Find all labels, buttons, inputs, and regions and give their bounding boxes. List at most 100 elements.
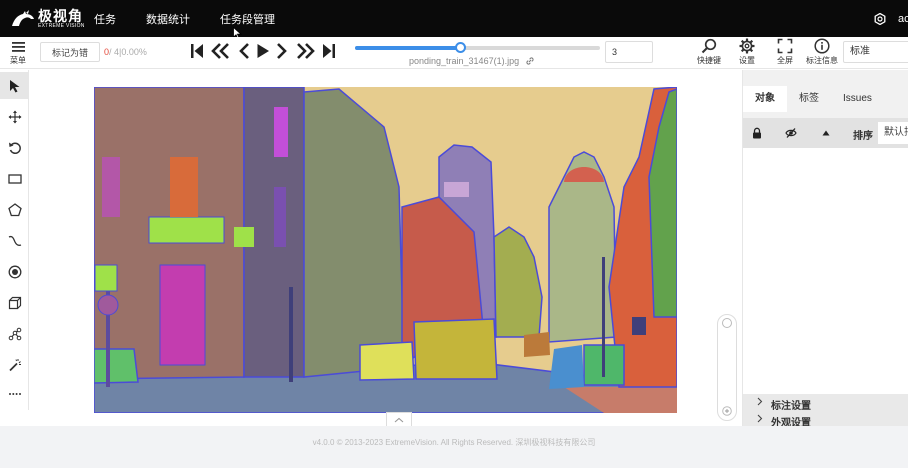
sort-label: 排序 [853, 131, 873, 142]
blue-area [549, 345, 584, 389]
target-point-icon [8, 265, 21, 278]
panel-tabs: 对象 标签 Issues [743, 86, 884, 112]
user-name[interactable]: ac [898, 13, 908, 25]
car-green-left [94, 348, 139, 384]
magenta-door [159, 264, 206, 366]
file-name-text: ponding_train_31467(1).jpg [409, 56, 520, 66]
sign-green-left [94, 264, 118, 292]
drawing-tools [0, 70, 29, 410]
menu-button[interactable]: 菜单 [6, 39, 30, 67]
search-icon [701, 38, 717, 54]
zoom-in-icon[interactable] [722, 406, 732, 416]
pentagon-icon [7, 202, 22, 216]
frame-number-input[interactable]: 3 [605, 41, 653, 63]
annotation-info-button[interactable]: 标注信息 [805, 38, 839, 66]
next-frame-icon[interactable] [276, 43, 288, 59]
settings-hex-icon[interactable] [874, 12, 886, 25]
window-dark [274, 187, 286, 247]
fullscreen-label: 全屏 [777, 56, 793, 65]
cuboid-tool[interactable] [0, 289, 29, 316]
playback-controls [190, 43, 342, 59]
logo-subtext: EXTREME VISION [38, 22, 85, 29]
tab-issues[interactable]: Issues [831, 86, 884, 112]
rectangle-icon [7, 173, 22, 184]
shortcut-button[interactable]: 快捷键 [692, 38, 726, 66]
polygon-tool[interactable] [0, 196, 29, 223]
curve-tool[interactable] [0, 227, 29, 254]
fast-backward-icon[interactable] [210, 43, 232, 59]
first-frame-icon[interactable] [190, 43, 204, 59]
cube-icon [8, 296, 21, 309]
top-navbar: 极视角 EXTREME VISION 任务 数据统计 任务段管理 ac [0, 0, 908, 39]
progress-counter: 0/ 4|0.00% [104, 47, 147, 57]
canvas-zoom-scrollbar[interactable] [717, 314, 737, 421]
window-left [102, 157, 120, 217]
magic-wand-icon [8, 358, 21, 371]
link-icon[interactable] [525, 56, 535, 66]
collapse-panel-button[interactable] [386, 412, 412, 426]
nav-tasks[interactable]: 任务 [94, 11, 116, 27]
point-tool[interactable] [0, 258, 29, 285]
move-tool[interactable] [0, 103, 29, 130]
logo-text: 极视角 [38, 7, 83, 24]
pole-right [602, 257, 605, 377]
tab-objects[interactable]: 对象 [743, 86, 787, 112]
sign-round-left [97, 294, 119, 316]
counter-rest: / 4|0.00% [109, 47, 147, 57]
select-tool[interactable] [0, 72, 29, 99]
segmented-street-image[interactable] [94, 87, 677, 413]
hide-eye-icon[interactable] [785, 127, 797, 139]
fullscreen-icon [777, 38, 793, 54]
chevron-right-icon [757, 414, 763, 423]
segmentation-overlay [94, 87, 677, 413]
annotation-settings-label: 标注设置 [771, 401, 811, 412]
previous-frame-icon[interactable] [238, 43, 250, 59]
nav-segment-management[interactable]: 任务段管理 [220, 11, 275, 27]
slider-handle[interactable] [455, 42, 467, 53]
tram-vehicle [413, 318, 498, 380]
traffic-light-right [632, 317, 646, 335]
sort-select[interactable]: 默认排序 [878, 122, 908, 144]
magic-wand-tool[interactable] [0, 351, 29, 378]
nodes-icon [8, 327, 21, 340]
car-yellow [359, 341, 415, 381]
object-list [743, 148, 908, 394]
mark-as-error-button[interactable]: 标记为错 [40, 42, 100, 62]
object-panel: 对象 标签 Issues 排序 默认排序 标注设置 外观设置 [742, 70, 908, 429]
last-frame-icon[interactable] [322, 43, 336, 59]
horse-logo-icon [12, 9, 34, 26]
orange-window [170, 157, 198, 217]
zoom-top-handle[interactable] [722, 318, 732, 328]
rotate-icon [8, 142, 21, 154]
fullscreen-button[interactable]: 全屏 [768, 38, 802, 66]
fast-forward-icon[interactable] [294, 43, 316, 59]
skeleton-tool[interactable] [0, 320, 29, 347]
undo-tool[interactable] [0, 134, 29, 161]
frame-slider[interactable] [355, 42, 600, 53]
annotation-toolbar: 菜单 标记为错 0/ 4|0.00% ponding_train_31467(1… [0, 37, 908, 69]
more-dots-icon [8, 392, 21, 395]
cursor-arrow-icon [9, 79, 19, 92]
play-icon[interactable] [256, 43, 270, 59]
tower-window [444, 182, 469, 197]
label-standard-select[interactable]: 标准 [843, 41, 908, 63]
settings-button[interactable]: 设置 [730, 38, 764, 66]
logo[interactable]: 极视角 EXTREME VISION [0, 9, 90, 29]
rectangle-tool[interactable] [0, 165, 29, 192]
annotation-info-label: 标注信息 [806, 56, 838, 65]
nav-statistics[interactable]: 数据统计 [146, 11, 190, 27]
purple-window [274, 107, 288, 157]
lock-icon[interactable] [752, 127, 762, 139]
file-name: ponding_train_31467(1).jpg [409, 56, 535, 66]
pole-left [106, 277, 110, 387]
curve-icon [8, 235, 21, 246]
tab-labels[interactable]: 标签 [787, 86, 831, 112]
settings-label: 设置 [739, 56, 755, 65]
accordion-annotation-settings[interactable]: 标注设置 [743, 394, 908, 412]
chevron-right-icon [757, 397, 763, 406]
caret-up-icon[interactable] [822, 130, 830, 136]
more-tools[interactable] [0, 380, 29, 407]
pole-middle [289, 287, 293, 382]
slider-fill [355, 46, 461, 50]
copyright-text: v4.0.0 © 2013-2023 ExtremeVision. All Ri… [312, 438, 596, 447]
